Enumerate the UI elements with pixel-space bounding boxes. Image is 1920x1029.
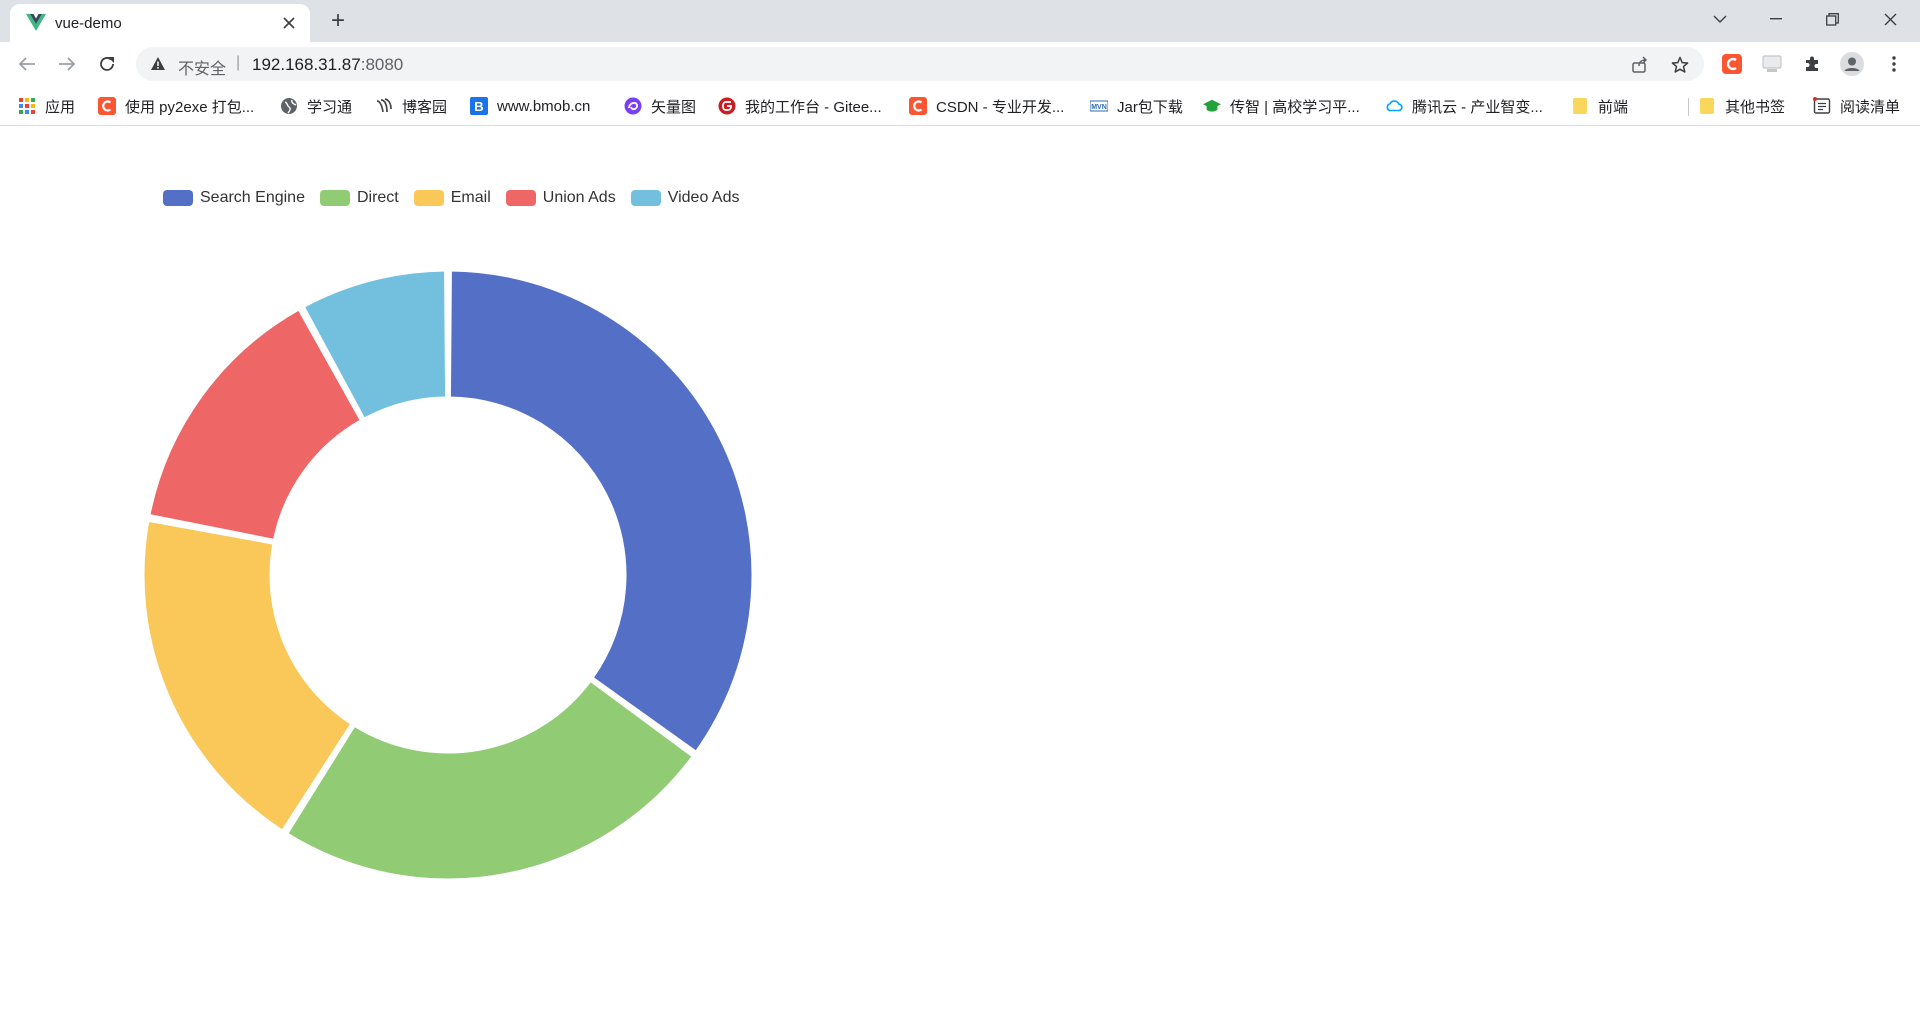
extensions-icon[interactable] xyxy=(1800,52,1824,76)
donut-slice[interactable] xyxy=(285,678,695,882)
graduation-cap-icon xyxy=(1203,97,1221,115)
bookmark-label: 前端 xyxy=(1598,98,1629,116)
address-bar[interactable]: 不安全 | 192.168.31.87:8080 xyxy=(136,47,1704,81)
iconfont-icon xyxy=(624,97,642,115)
tab-search-icon[interactable] xyxy=(1700,4,1740,34)
menu-icon[interactable] xyxy=(1882,52,1906,76)
close-tab-icon[interactable] xyxy=(278,12,300,34)
share-icon[interactable] xyxy=(1630,55,1650,75)
folder-icon xyxy=(1698,97,1716,115)
url-host: 192.168.31.87 xyxy=(252,55,361,74)
donut-slice[interactable] xyxy=(447,268,755,754)
bookmark-gitee[interactable]: 我的工作台 - Gitee... xyxy=(718,95,882,117)
bookmark-csdn[interactable]: CSDN - 专业开发... xyxy=(909,95,1064,117)
bookmark-label: Jar包下载 xyxy=(1117,98,1183,116)
bookmark-chuanzhi[interactable]: 传智 | 高校学习平... xyxy=(1203,95,1360,117)
bookmarks-divider xyxy=(1688,98,1689,116)
bookmark-py2exe[interactable]: 使用 py2exe 打包... xyxy=(98,95,254,117)
restore-icon[interactable] xyxy=(1812,4,1852,34)
reload-icon[interactable] xyxy=(93,50,121,78)
reading-list-icon xyxy=(1813,97,1831,115)
new-tab-button[interactable]: + xyxy=(325,9,351,35)
folder-icon xyxy=(1571,97,1589,115)
apps-grid-icon xyxy=(18,97,36,115)
minimize-icon[interactable] xyxy=(1756,4,1796,34)
cast-icon[interactable] xyxy=(1760,52,1784,76)
svg-text:MVN: MVN xyxy=(1091,104,1107,111)
address-separator: | xyxy=(236,54,241,71)
forward-icon[interactable] xyxy=(53,50,81,78)
bookmark-label: 矢量图 xyxy=(651,98,697,116)
warning-icon[interactable] xyxy=(150,56,166,72)
browser-toolbar: 不安全 | 192.168.31.87:8080 xyxy=(0,42,1920,86)
bookmarks-bar: 应用 使用 py2exe 打包... 学习通 博客园 B www.bmob.cn… xyxy=(0,86,1920,126)
bookmark-reading-list[interactable]: 阅读清单 xyxy=(1813,95,1900,117)
bookmark-bmob[interactable]: B www.bmob.cn xyxy=(470,95,590,117)
mvn-icon: MVN xyxy=(1090,97,1108,115)
bookmark-other[interactable]: 其他书签 xyxy=(1698,95,1785,117)
bookmark-label: 使用 py2exe 打包... xyxy=(125,98,255,116)
csdn-icon xyxy=(909,97,927,115)
browser-tab[interactable]: vue-demo xyxy=(10,4,310,42)
bookmark-label: 其他书签 xyxy=(1725,98,1786,116)
bookmark-label: www.bmob.cn xyxy=(497,97,591,115)
bookmark-label: CSDN - 专业开发... xyxy=(936,98,1065,116)
page-content: Search Engine Direct Email Union Ads Video A… xyxy=(0,127,1920,1029)
star-icon[interactable] xyxy=(1670,55,1690,75)
globe-icon xyxy=(280,97,298,115)
bookmark-folder-frontend[interactable]: 前端 xyxy=(1571,95,1628,117)
bookmark-iconfont[interactable]: 矢量图 xyxy=(624,95,696,117)
tab-title: vue-demo xyxy=(55,15,122,32)
csdn-icon xyxy=(98,97,116,115)
bookmark-jar-download[interactable]: MVN Jar包下载 xyxy=(1090,95,1183,117)
bookmark-label: 学习通 xyxy=(307,98,353,116)
close-icon[interactable] xyxy=(1870,4,1910,34)
bookmark-label: 传智 | 高校学习平... xyxy=(1230,98,1360,116)
bookmark-label: 应用 xyxy=(45,98,76,116)
bookmark-apps[interactable]: 应用 xyxy=(18,95,75,117)
tab-strip: vue-demo + xyxy=(0,0,1920,42)
back-icon[interactable] xyxy=(13,50,41,78)
bookmark-label: 博客园 xyxy=(402,98,448,116)
bookmark-label: 阅读清单 xyxy=(1840,98,1901,116)
bookmark-cnblogs[interactable]: 博客园 xyxy=(375,95,447,117)
gitee-icon xyxy=(718,97,736,115)
donut-chart xyxy=(141,268,755,882)
bmob-icon: B xyxy=(470,97,488,115)
bookmark-label: 腾讯云 - 产业智变... xyxy=(1412,98,1543,116)
security-status[interactable]: 不安全 xyxy=(178,55,226,79)
bookmark-tencent-cloud[interactable]: 腾讯云 - 产业智变... xyxy=(1385,95,1543,117)
vue-logo-icon xyxy=(26,14,46,32)
url-port: :8080 xyxy=(360,55,404,74)
profile-icon[interactable] xyxy=(1840,52,1864,76)
bookmark-xuexitong[interactable]: 学习通 xyxy=(280,95,352,117)
cnblogs-icon xyxy=(375,97,393,115)
bookmark-label: 我的工作台 - Gitee... xyxy=(745,98,882,116)
tencent-cloud-icon xyxy=(1385,97,1403,115)
url-text[interactable]: 192.168.31.87:8080 xyxy=(252,55,403,75)
csdn-extension-icon[interactable] xyxy=(1720,52,1744,76)
svg-text:B: B xyxy=(474,99,483,114)
